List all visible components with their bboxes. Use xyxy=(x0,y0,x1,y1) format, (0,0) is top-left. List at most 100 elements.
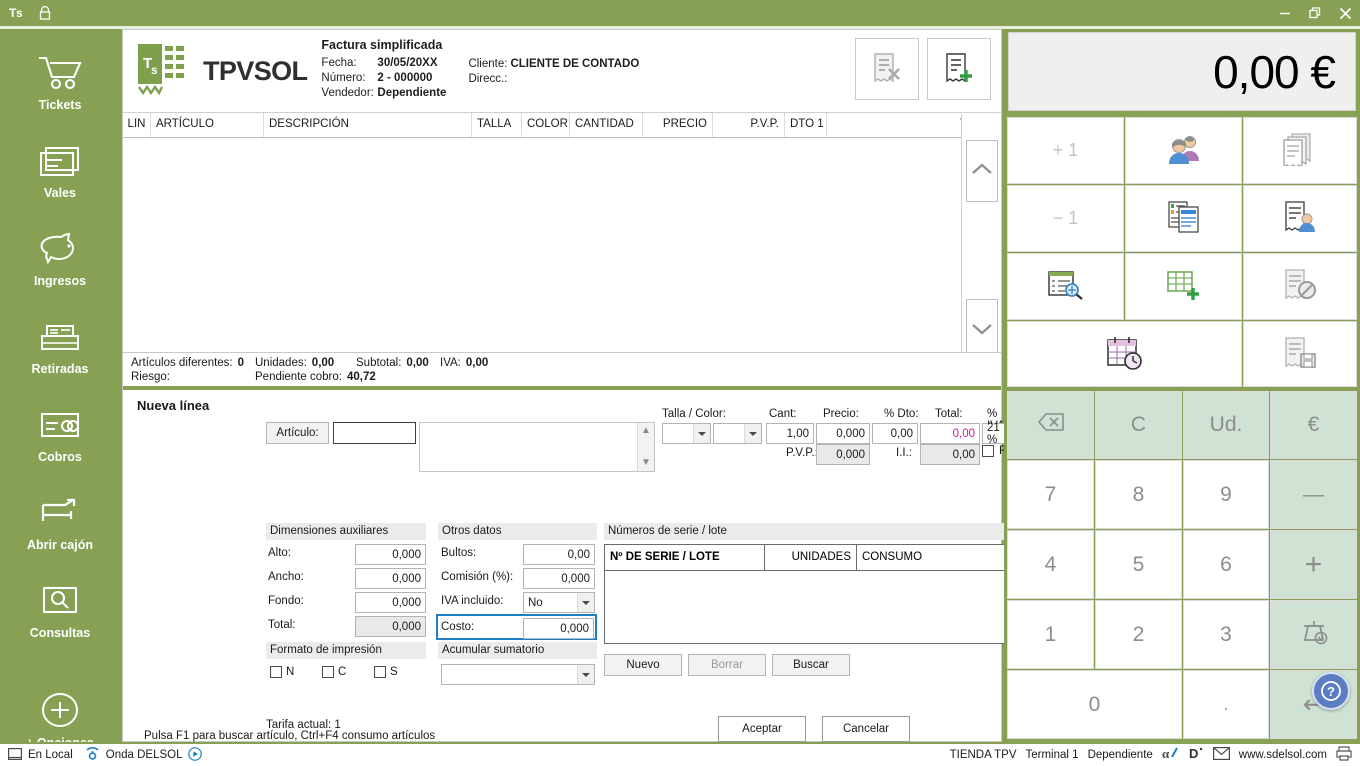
new-receipt-button[interactable] xyxy=(927,38,991,100)
key-6[interactable]: 6 xyxy=(1183,530,1269,599)
alpha-tool-icon[interactable]: α xyxy=(1162,746,1179,764)
receipt-customer-button[interactable] xyxy=(1243,185,1357,252)
euro-key[interactable]: € xyxy=(1270,391,1357,459)
clear-key[interactable]: C xyxy=(1095,391,1182,459)
delete-receipt-button[interactable] xyxy=(855,38,919,100)
receipts-list-button[interactable] xyxy=(1243,117,1357,184)
decimal-key[interactable]: . xyxy=(1183,670,1269,739)
column-header-lin[interactable]: LIN xyxy=(123,113,151,137)
formato-checkbox-s-wrap[interactable]: S xyxy=(374,666,398,678)
formato-checkbox-n-wrap[interactable]: N xyxy=(270,666,294,678)
descripcion-scrollbar[interactable]: ▲ ▼ xyxy=(637,423,654,471)
key-4[interactable]: 4 xyxy=(1007,530,1094,599)
formato-checkbox-c[interactable] xyxy=(322,666,334,678)
descripcion-memo[interactable]: ▲ ▼ xyxy=(419,422,655,472)
column-header-descripcion[interactable]: DESCRIPCIÓN xyxy=(264,113,472,137)
costo-input[interactable]: 0,000 xyxy=(523,618,594,639)
total-input[interactable]: 0,00 xyxy=(920,423,980,444)
descripcion-input[interactable] xyxy=(420,423,637,471)
cant-input[interactable]: 1,00 xyxy=(766,423,814,444)
printer-icon[interactable] xyxy=(1336,746,1352,764)
sidebar-item-retiradas[interactable]: Retiradas xyxy=(0,307,120,395)
website-link[interactable]: www.sdelsol.com xyxy=(1239,749,1327,761)
search-lines-button[interactable] xyxy=(1007,253,1124,320)
chevron-down-icon[interactable] xyxy=(577,665,594,684)
plus-key[interactable]: + xyxy=(1270,530,1357,599)
local-checkbox[interactable] xyxy=(8,747,23,763)
serie-buscar-button[interactable]: Buscar xyxy=(772,654,850,676)
restore-button[interactable] xyxy=(1300,0,1330,26)
play-circle-icon[interactable] xyxy=(188,746,203,764)
sidebar-item-tickets[interactable]: Tickets xyxy=(0,43,120,131)
serie-borrar-button[interactable]: Borrar xyxy=(688,654,766,676)
items-grid-body[interactable] xyxy=(123,138,1001,347)
talla-select[interactable] xyxy=(662,423,711,444)
cancel-receipt-button[interactable] xyxy=(1243,253,1357,320)
serie-column-unidades[interactable]: UNIDADES xyxy=(765,545,857,570)
column-header-cantidad[interactable]: CANTIDAD xyxy=(570,113,643,137)
scale-key[interactable] xyxy=(1270,600,1357,669)
close-button[interactable] xyxy=(1330,0,1360,26)
column-header-articulo[interactable]: ARTÍCULO xyxy=(151,113,264,137)
aceptar-button[interactable]: Aceptar xyxy=(718,716,806,742)
mail-icon[interactable] xyxy=(1212,747,1230,763)
sidebar-item-vales[interactable]: Vales xyxy=(0,131,120,219)
column-header-precio[interactable]: PRECIO xyxy=(643,113,713,137)
customers-button[interactable] xyxy=(1125,117,1242,184)
chevron-down-icon[interactable] xyxy=(577,593,594,612)
plus-one-button[interactable]: + 1 xyxy=(1007,117,1124,184)
minimize-button[interactable] xyxy=(1270,0,1300,26)
comision-input[interactable]: 0,000 xyxy=(523,568,595,589)
scroll-up-button[interactable] xyxy=(966,140,998,202)
key-8[interactable]: 8 xyxy=(1095,460,1182,529)
bultos-input[interactable]: 0,00 xyxy=(523,544,595,565)
schedule-button[interactable] xyxy=(1007,321,1242,387)
help-button[interactable]: ? xyxy=(1312,672,1350,710)
key-7[interactable]: 7 xyxy=(1007,460,1094,529)
color-select[interactable] xyxy=(713,423,762,444)
column-header-pvp[interactable]: P.V.P. xyxy=(713,113,785,137)
add-table-button[interactable] xyxy=(1125,253,1242,320)
lock-icon[interactable] xyxy=(37,5,53,21)
precio-input[interactable]: 0,000 xyxy=(816,423,870,444)
column-header-talla[interactable]: TALLA xyxy=(472,113,522,137)
key-0[interactable]: 0 xyxy=(1007,670,1182,739)
articulo-button[interactable]: Artículo: xyxy=(266,422,329,444)
cancelar-button[interactable]: Cancelar xyxy=(822,716,910,742)
alto-input[interactable]: 0,000 xyxy=(355,544,426,565)
formato-checkbox-s[interactable] xyxy=(374,666,386,678)
articulo-input[interactable] xyxy=(333,422,416,444)
chevron-down-icon[interactable] xyxy=(693,424,710,443)
serie-column-consumo[interactable]: CONSUMO xyxy=(857,545,1024,570)
column-header-dto1[interactable]: DTO 1 xyxy=(785,113,827,137)
key-1[interactable]: 1 xyxy=(1007,600,1094,669)
column-header-color[interactable]: COLOR xyxy=(522,113,570,137)
sidebar-item-cobros[interactable]: Cobros xyxy=(0,395,120,483)
delsol-d-icon[interactable]: D xyxy=(1188,746,1204,764)
ancho-input[interactable]: 0,000 xyxy=(355,568,426,589)
formato-checkbox-n[interactable] xyxy=(270,666,282,678)
serie-column-numero[interactable]: Nº DE SERIE / LOTE xyxy=(605,545,765,570)
serie-table-body[interactable] xyxy=(605,571,1024,643)
sidebar-item-consultas[interactable]: Consultas xyxy=(0,571,120,659)
backspace-key[interactable] xyxy=(1007,391,1094,459)
serie-nuevo-button[interactable]: Nuevo xyxy=(604,654,682,676)
r2023-checkbox[interactable] xyxy=(982,445,994,457)
sidebar-item-ingresos[interactable]: Ingresos xyxy=(0,219,120,307)
key-2[interactable]: 2 xyxy=(1095,600,1182,669)
units-key[interactable]: Ud. xyxy=(1183,391,1269,459)
formato-checkbox-c-wrap[interactable]: C xyxy=(322,666,346,678)
iva-incluido-select[interactable]: No xyxy=(523,592,595,613)
key-3[interactable]: 3 xyxy=(1183,600,1269,669)
save-receipt-button[interactable] xyxy=(1243,321,1357,387)
key-9[interactable]: 9 xyxy=(1183,460,1269,529)
minus-key[interactable]: — xyxy=(1270,460,1357,529)
fondo-input[interactable]: 0,000 xyxy=(355,592,426,613)
key-5[interactable]: 5 xyxy=(1095,530,1182,599)
documents-button[interactable] xyxy=(1125,185,1242,252)
client-info[interactable]: Cliente: CLIENTE DE CONTADO Direcc.: xyxy=(468,57,639,87)
sidebar-item-abrir-cajon[interactable]: Abrir cajón xyxy=(0,483,120,571)
dto-input[interactable]: 0,00 xyxy=(872,423,918,444)
serie-table[interactable]: Nº DE SERIE / LOTE UNIDADES CONSUMO xyxy=(604,544,1025,644)
chevron-down-icon[interactable] xyxy=(744,424,761,443)
